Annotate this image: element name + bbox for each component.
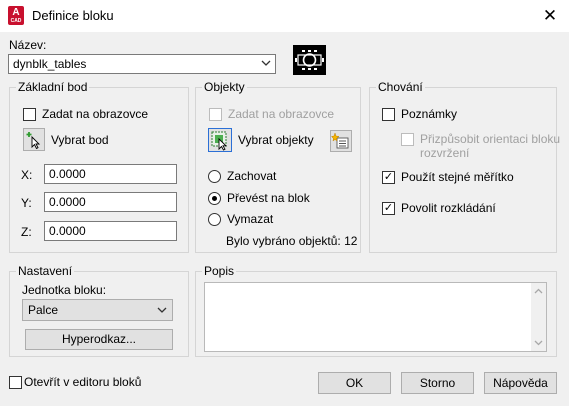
retain-radio[interactable] bbox=[208, 170, 221, 183]
objects-onscreen-label: Zadat na obrazovce bbox=[228, 107, 335, 121]
select-objects-icon bbox=[211, 131, 228, 151]
quick-select-button[interactable] bbox=[330, 130, 352, 152]
cancel-button[interactable]: Storno bbox=[401, 372, 474, 394]
convert-to-block-label: Převést na blok bbox=[227, 191, 310, 205]
scroll-up-icon[interactable] bbox=[534, 288, 543, 294]
block-preview-icon bbox=[293, 45, 326, 75]
settings-title: Nastavení bbox=[16, 264, 75, 278]
hyperlink-button[interactable]: Hyperodkaz... bbox=[25, 329, 173, 350]
block-unit-value: Palce bbox=[28, 303, 59, 317]
scale-uniformly-label: Použít stejné měřítko bbox=[401, 170, 514, 184]
annotative-label: Poznámky bbox=[401, 107, 458, 121]
block-name-combobox[interactable]: dynblk_tables bbox=[8, 54, 276, 74]
description-scrollbar[interactable] bbox=[531, 283, 546, 351]
selected-count-text: Bylo vybráno objektů: 12 bbox=[226, 234, 358, 248]
match-orientation-label-line2: rozvržení bbox=[420, 146, 470, 160]
allow-explode-checkbox[interactable]: ✓ bbox=[382, 202, 395, 215]
annotative-checkbox[interactable] bbox=[382, 108, 395, 121]
chevron-down-icon bbox=[157, 307, 167, 313]
block-name-value: dynblk_tables bbox=[13, 57, 87, 71]
block-unit-dropdown[interactable]: Palce bbox=[22, 299, 173, 321]
open-in-editor-checkbox[interactable] bbox=[9, 376, 22, 389]
ok-button[interactable]: OK bbox=[318, 372, 391, 394]
delete-radio[interactable] bbox=[208, 213, 221, 226]
match-orientation-label-line1: Přizpůsobit orientaci bloku bbox=[420, 132, 561, 146]
x-label: X: bbox=[21, 168, 33, 182]
name-label: Název: bbox=[9, 38, 47, 52]
y-coordinate-input[interactable]: 0.0000 bbox=[44, 192, 177, 212]
pick-point-icon bbox=[26, 132, 41, 150]
block-unit-label: Jednotka bloku: bbox=[22, 283, 107, 297]
description-title: Popis bbox=[202, 264, 237, 278]
z-coordinate-input[interactable]: 0.0000 bbox=[44, 221, 177, 241]
allow-explode-label: Povolit rozkládání bbox=[401, 201, 496, 215]
convert-to-block-radio[interactable] bbox=[208, 192, 221, 205]
help-button[interactable]: Nápověda bbox=[484, 372, 557, 394]
behavior-title: Chování bbox=[376, 80, 425, 94]
objects-onscreen-checkbox[interactable] bbox=[209, 108, 222, 121]
base-point-onscreen-checkbox[interactable] bbox=[23, 108, 36, 121]
z-label: Z: bbox=[21, 225, 32, 239]
retain-label: Zachovat bbox=[227, 169, 277, 183]
match-orientation-checkbox[interactable] bbox=[401, 133, 414, 146]
base-point-onscreen-label: Zadat na obrazovce bbox=[42, 107, 149, 121]
open-in-editor-label: Otevřít v editoru bloků bbox=[24, 375, 142, 389]
objects-title: Objekty bbox=[202, 80, 247, 94]
base-point-title: Základní bod bbox=[16, 80, 90, 94]
description-textarea[interactable] bbox=[204, 282, 547, 352]
close-icon[interactable]: ✕ bbox=[537, 4, 563, 28]
chevron-down-icon bbox=[261, 60, 271, 66]
delete-label: Vymazat bbox=[227, 212, 274, 226]
scale-uniformly-checkbox[interactable]: ✓ bbox=[382, 171, 395, 184]
select-objects-button[interactable] bbox=[208, 128, 232, 152]
window-title: Definice bloku bbox=[32, 8, 114, 23]
quick-select-icon bbox=[330, 132, 349, 149]
scroll-down-icon[interactable] bbox=[534, 340, 543, 346]
autocad-app-icon: A CAD bbox=[8, 6, 24, 25]
select-objects-label: Vybrat objekty bbox=[238, 133, 314, 147]
pick-point-label: Vybrat bod bbox=[51, 133, 109, 147]
x-coordinate-input[interactable]: 0.0000 bbox=[44, 164, 177, 184]
pick-point-button[interactable] bbox=[23, 128, 45, 151]
y-label: Y: bbox=[21, 196, 32, 210]
